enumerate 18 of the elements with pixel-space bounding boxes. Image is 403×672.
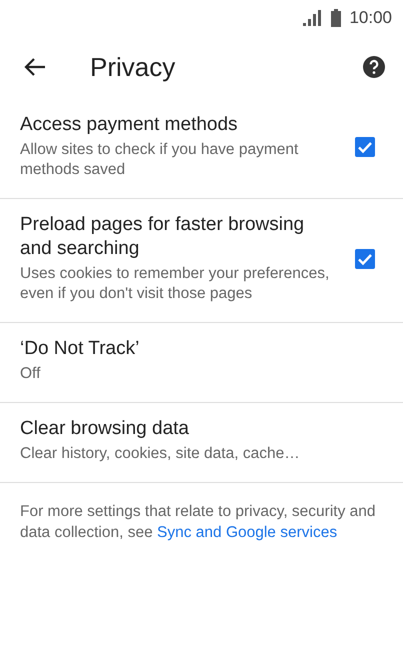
sync-services-link[interactable]: Sync and Google services <box>157 524 338 541</box>
setting-title: ‘Do Not Track’ <box>20 337 140 361</box>
checkbox[interactable] <box>355 248 375 268</box>
signal-icon <box>303 10 324 26</box>
setting-summary: Off <box>20 364 42 384</box>
checkbox[interactable] <box>355 136 375 156</box>
help-icon[interactable] <box>363 56 385 78</box>
back-arrow-icon[interactable] <box>24 58 46 76</box>
setting-summary: Uses cookies to remember your preferences, even if you don't visit those pages <box>20 264 330 304</box>
setting-title: Clear browsing data <box>20 417 190 441</box>
battery-icon <box>331 8 342 26</box>
setting-title: Access payment methods <box>20 113 239 137</box>
setting-summary: Clear history, cookies, site data, cache… <box>20 444 301 464</box>
page-title: Privacy <box>90 52 176 82</box>
clock-time: 10:00 <box>349 8 392 28</box>
setting-summary: Allow sites to check if you have payment methods saved <box>20 140 300 180</box>
footer-text: For more settings that relate to privacy, security and data collection, see Sync and Google services <box>20 502 377 543</box>
setting-title: Preload pages for faster browsing and searching <box>20 213 306 261</box>
